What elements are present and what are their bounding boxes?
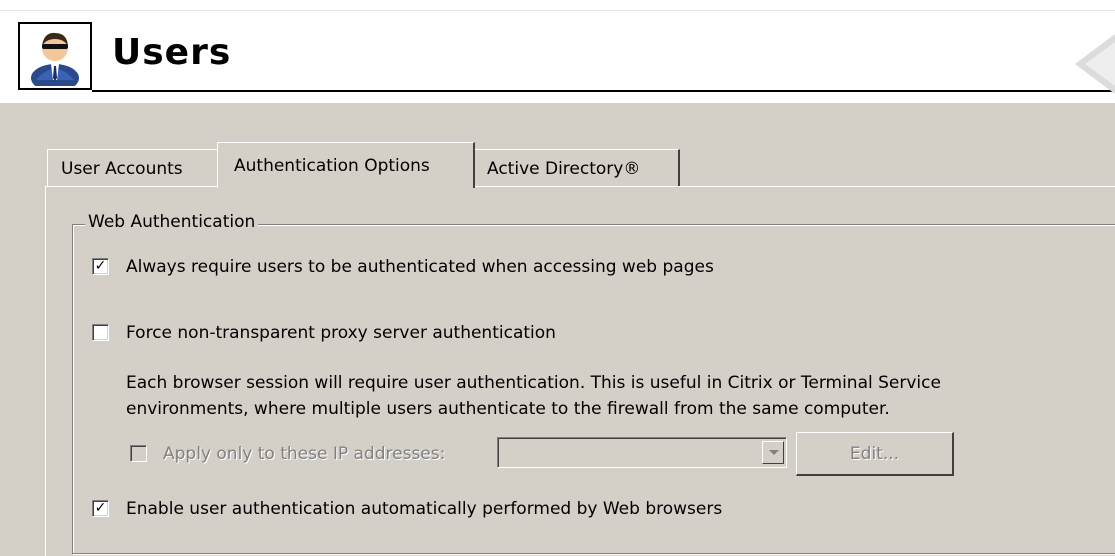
enable-browser-auth-checkbox[interactable]: ✓ [92,500,109,517]
enable-browser-auth-label[interactable]: Enable user authentication automatically… [126,499,722,519]
tab-label: Authentication Options [234,156,430,176]
users-icon-frame [18,22,92,90]
web-authentication-legend: Web Authentication [85,212,259,232]
header-underline [92,90,1115,92]
force-proxy-description-line2: environments, where multiple users authe… [126,399,890,419]
tab-authentication-options[interactable]: Authentication Options [217,142,475,188]
always-require-auth-label[interactable]: Always require users to be authenticated… [126,257,714,277]
ip-addresses-select[interactable] [497,437,787,468]
tab-label: Active Directory® [487,159,641,179]
checkmark-icon: ✓ [94,258,107,274]
tab-user-accounts[interactable]: User Accounts [47,149,219,187]
force-proxy-auth-label[interactable]: Force non-transparent proxy server authe… [126,323,556,343]
force-proxy-auth-checkbox[interactable] [92,324,109,341]
header-top-divider [0,10,1115,11]
force-proxy-description-line1: Each browser session will require user a… [126,373,941,393]
tab-active-directory[interactable]: Active Directory® [474,149,680,187]
checkmark-icon: ✓ [94,500,107,516]
chevron-down-icon[interactable] [762,441,784,464]
apply-only-ip-label[interactable]: Apply only to these IP addresses: [163,444,445,464]
always-require-auth-checkbox[interactable]: ✓ [92,258,109,275]
page-title: Users [112,32,232,73]
edit-button-label: Edit... [849,444,900,464]
user-icon [31,32,79,86]
edit-button[interactable]: Edit... [796,432,954,476]
tab-label: User Accounts [61,159,183,179]
page-header: Users [0,0,1115,103]
header-decoration-icon [1075,34,1115,94]
apply-only-ip-checkbox[interactable] [130,445,147,462]
